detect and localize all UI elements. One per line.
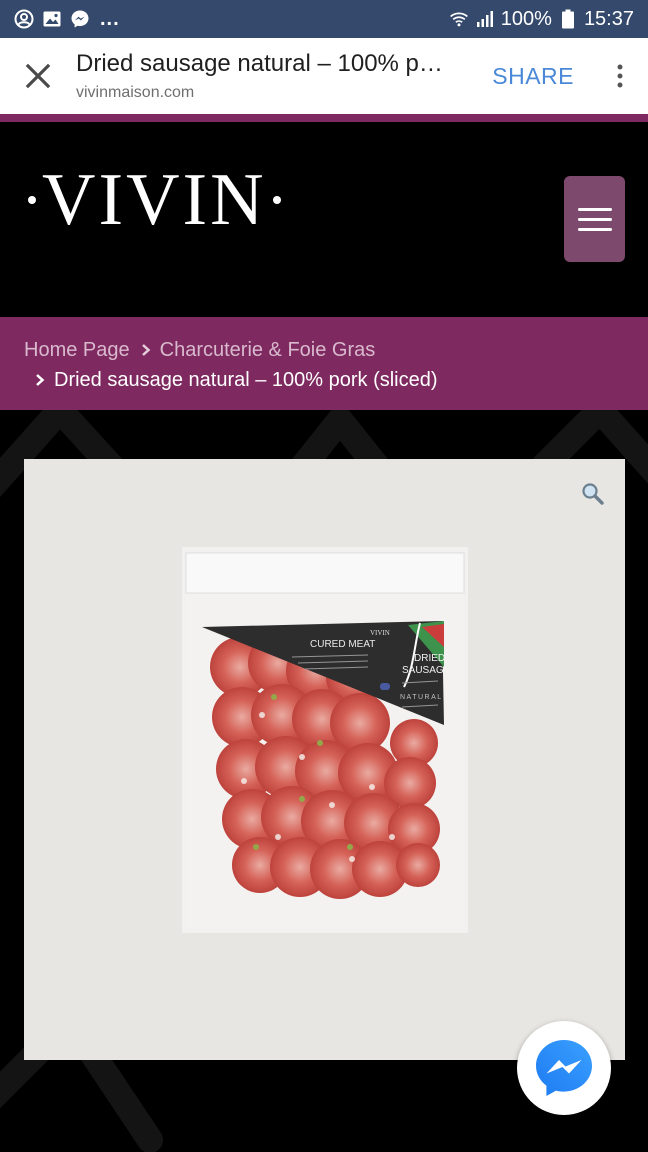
- share-button[interactable]: SHARE: [492, 63, 574, 90]
- breadcrumb-row: Home Page Charcuterie & Foie Gras: [24, 335, 624, 365]
- hamburger-line: [577, 207, 612, 211]
- product-image[interactable]: VIVIN CURED MEAT DRIED SAUSAGE NATURAL: [24, 459, 625, 1060]
- clock: 15:37: [583, 7, 634, 30]
- sausage-package: VIVIN CURED MEAT DRIED SAUSAGE NATURAL: [182, 547, 468, 933]
- logo-dot-right: [272, 196, 281, 204]
- logo-dot-left: [28, 196, 36, 204]
- breadcrumb-home-link[interactable]: Home Page: [24, 339, 130, 362]
- page-info[interactable]: Dried sausage natural – 100% pork (slice…: [76, 50, 492, 102]
- chevron-right-icon: [141, 344, 150, 356]
- breadcrumb-current: Dried sausage natural – 100% pork (slice…: [54, 368, 438, 391]
- breadcrumb-row: Dried sausage natural – 100% pork (slice…: [24, 365, 624, 395]
- overflow-menu-button[interactable]: [602, 38, 638, 114]
- site-logo[interactable]: VIVIN: [22, 158, 287, 241]
- chevron-right-icon: [36, 374, 45, 386]
- zoom-icon[interactable]: [580, 481, 606, 507]
- logo-text: VIVIN: [42, 158, 267, 241]
- breadcrumb-category-link[interactable]: Charcuterie & Foie Gras: [160, 339, 376, 362]
- page-title: Dried sausage natural – 100% pork (slice…: [76, 50, 456, 77]
- messenger-icon: [70, 9, 90, 29]
- page-url: vivinmaison.com: [76, 84, 195, 101]
- signal-icon: [475, 9, 495, 29]
- browser-toolbar: Dried sausage natural – 100% pork (slice…: [0, 38, 648, 114]
- accent-strip: [0, 114, 648, 122]
- more-vert-icon: [617, 64, 623, 88]
- hamburger-line: [577, 217, 612, 221]
- more-notifications-indicator: ...: [100, 7, 120, 30]
- messenger-icon: [536, 1040, 592, 1096]
- account-circle-icon: [14, 9, 34, 29]
- image-icon: [42, 9, 62, 29]
- close-button[interactable]: [0, 38, 76, 114]
- wifi-icon: [449, 9, 469, 29]
- battery-icon: [558, 9, 578, 29]
- menu-button[interactable]: [564, 176, 625, 262]
- battery-percent: 100%: [500, 7, 552, 30]
- close-icon: [25, 63, 51, 89]
- system-indicators: 100% 15:37: [449, 8, 634, 31]
- site-header: VIVIN: [0, 122, 648, 317]
- notification-icons: ...: [14, 8, 120, 31]
- status-bar: ... 100% 15:37: [0, 0, 648, 38]
- messenger-chat-button[interactable]: [517, 1021, 611, 1115]
- breadcrumb: Home Page Charcuterie & Foie Gras Dried …: [0, 317, 648, 410]
- hamburger-line: [577, 227, 612, 231]
